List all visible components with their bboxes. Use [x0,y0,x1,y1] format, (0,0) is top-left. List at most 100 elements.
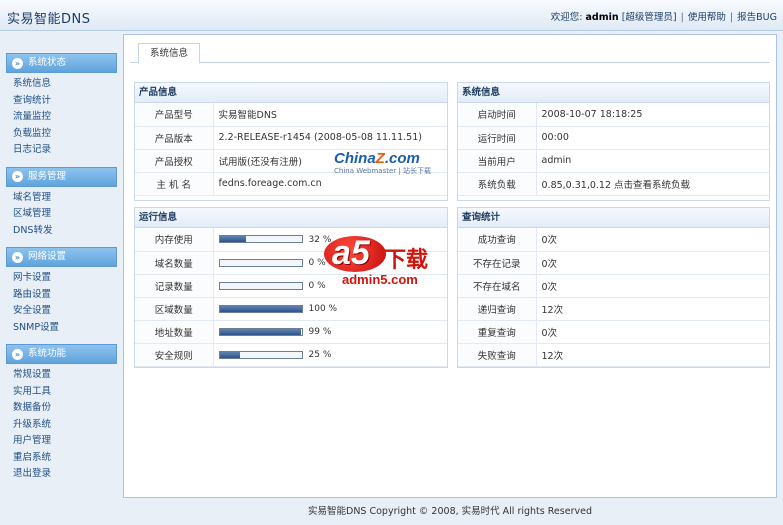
sidebar-item-general[interactable]: 常规设置 [13,367,117,384]
sidebar-item-load[interactable]: 负载监控 [13,126,117,143]
progress-bar [218,258,303,267]
table-row: 运行时间 00:00 [458,126,769,150]
table-row: 地址数量 99 % [135,320,447,344]
chevron-icon: » [12,251,23,263]
table-row: 当前用户 admin [458,149,769,173]
sidebar-group-header[interactable]: » 系统功能 [6,344,117,364]
row-label: 记录数量 [135,274,214,298]
help-link[interactable]: 使用帮助 [688,12,726,23]
row-value: admin [536,149,769,173]
divider: | [680,12,684,23]
chinaz-watermark: ChinaZ.com China Webmaster | 站长下载 [334,150,431,175]
sidebar-item-zones[interactable]: 区域管理 [13,206,117,223]
row-value: 0次 [536,251,769,275]
sidebar-item-upgrade[interactable]: 升级系统 [13,417,117,434]
sidebar-group-status: » 系统状态 系统信息 查询统计 流量监控 负载监控 日志记录 [6,53,117,161]
table-row: 产品型号 实易智能DNS [135,103,447,127]
sidebar-item-routes[interactable]: 路由设置 [13,287,117,304]
panel-title: 系统信息 [458,83,769,103]
sidebar-item-system-info[interactable]: 系统信息 [13,76,117,93]
row-label: 安全规则 [135,343,214,367]
row-value: 12次 [536,343,769,367]
sidebar-item-dns-forward[interactable]: DNS转发 [13,223,117,240]
sidebar-item-traffic[interactable]: 流量监控 [13,109,117,126]
progress-bar [218,350,303,359]
row-label: 递归查询 [458,297,537,321]
panel-title: 产品信息 [135,83,447,103]
sidebar-item-backup[interactable]: 数据备份 [13,400,117,417]
row-label: 域名数量 [135,251,214,275]
progress-text: 100 % [308,304,338,314]
table-row: 失败查询 12次 [458,343,769,367]
table-row: 不存在记录 0次 [458,251,769,275]
tab-bar: 系统信息 [130,40,770,64]
row-value: 实易智能DNS [213,103,447,127]
row-value: 0次 [536,274,769,298]
sidebar-item-logout[interactable]: 退出登录 [13,466,117,483]
row-label: 区域数量 [135,297,214,321]
app-title: 实易智能DNS [7,12,91,27]
sidebar: » 系统状态 系统信息 查询统计 流量监控 负载监控 日志记录 » 服务管理 域名管… [6,53,117,491]
row-label: 主 机 名 [135,172,214,196]
sidebar-item-security[interactable]: 安全设置 [13,303,117,320]
user-bar: 欢迎您: admin [超级管理员] | 使用帮助 | 报告BUG [551,9,777,23]
chevron-icon: » [12,348,23,360]
sidebar-group-header[interactable]: » 服务管理 [6,166,117,187]
progress-bar [218,281,303,290]
chevron-icon: » [12,171,23,182]
sidebar-item-snmp[interactable]: SNMP设置 [13,320,117,337]
sidebar-item-nic[interactable]: 网卡设置 [13,270,117,287]
table-row: 重复查询 0次 [458,320,769,344]
row-value: 2008-10-07 18:18:25 [536,103,769,127]
footer-copyright: 实易智能DNS Copyright © 2008, 实易时代 All right… [308,506,592,517]
table-row: 安全规则 25 % [135,343,447,367]
row-label: 地址数量 [135,320,214,344]
sidebar-item-query-stats[interactable]: 查询统计 [13,93,117,110]
welcome-text: 欢迎您: [550,12,583,23]
progress-bar [218,304,303,313]
sidebar-group-header[interactable]: » 系统状态 [6,53,117,73]
progress-bar [218,327,303,336]
panel-title: 查询统计 [458,208,769,228]
query-stats-panel: 查询统计 成功查询 0次 不存在记录 0次 不存在域名 0次 递归查询 12次 重复查询… [457,207,770,368]
sidebar-group-service: » 服务管理 域名管理 区域管理 DNS转发 [6,166,117,242]
progress-fill [219,236,246,243]
product-info-panel: 产品信息 产品型号 实易智能DNS 产品版本 2.2-RELEASE-r1454 (… [134,82,448,201]
table-row: 不存在域名 0次 [458,274,769,298]
progress-bar [218,235,303,244]
sidebar-item-logs[interactable]: 日志记录 [13,142,117,159]
row-label: 当前用户 [458,149,537,173]
system-load-link[interactable]: 0.85,0.31,0.12 点击查看系统负载 [536,172,769,196]
sidebar-item-tools[interactable]: 实用工具 [13,384,117,401]
row-label: 不存在域名 [458,274,537,298]
sidebar-item-reboot[interactable]: 重启系统 [13,450,117,467]
sidebar-group-header[interactable]: » 网络设置 [6,247,117,267]
row-value: 12次 [536,297,769,321]
row-label: 重复查询 [458,320,537,344]
admin5-watermark: a5 下载 admin5.com [318,232,468,292]
row-value: 0次 [536,320,769,344]
report-bug-link[interactable]: 报告BUG [737,12,777,23]
table-row: 区域数量 100 % [135,297,447,321]
row-value: 2.2-RELEASE-r1454 (2008-05-08 11.11.51) [213,126,447,150]
username: admin [585,12,619,23]
row-label: 产品型号 [135,103,214,127]
row-label: 产品授权 [135,149,214,173]
row-value: 00:00 [536,126,769,150]
table-row: 递归查询 12次 [458,297,769,321]
progress-text: 99 % [308,327,332,337]
row-label: 系统负载 [458,172,537,196]
row-label: 失败查询 [458,343,537,367]
system-info-panel: 系统信息 启动时间 2008-10-07 18:18:25 运行时间 00:00 当… [457,82,770,201]
row-label: 内存使用 [135,228,214,252]
progress-fill [219,351,240,358]
table-row: 系统负载 0.85,0.31,0.12 点击查看系统负载 [458,172,769,196]
progress-fill [219,305,302,312]
chevron-icon: » [12,57,23,69]
sidebar-item-domains[interactable]: 域名管理 [13,190,117,207]
tab-system-info[interactable]: 系统信息 [138,43,201,64]
progress-fill [219,328,301,335]
sidebar-group-system: » 系统功能 常规设置 实用工具 数据备份 升级系统 用户管理 重启系统 退出登录 [6,344,117,485]
user-role: [超级管理员] [621,12,677,23]
sidebar-item-users[interactable]: 用户管理 [13,433,117,450]
